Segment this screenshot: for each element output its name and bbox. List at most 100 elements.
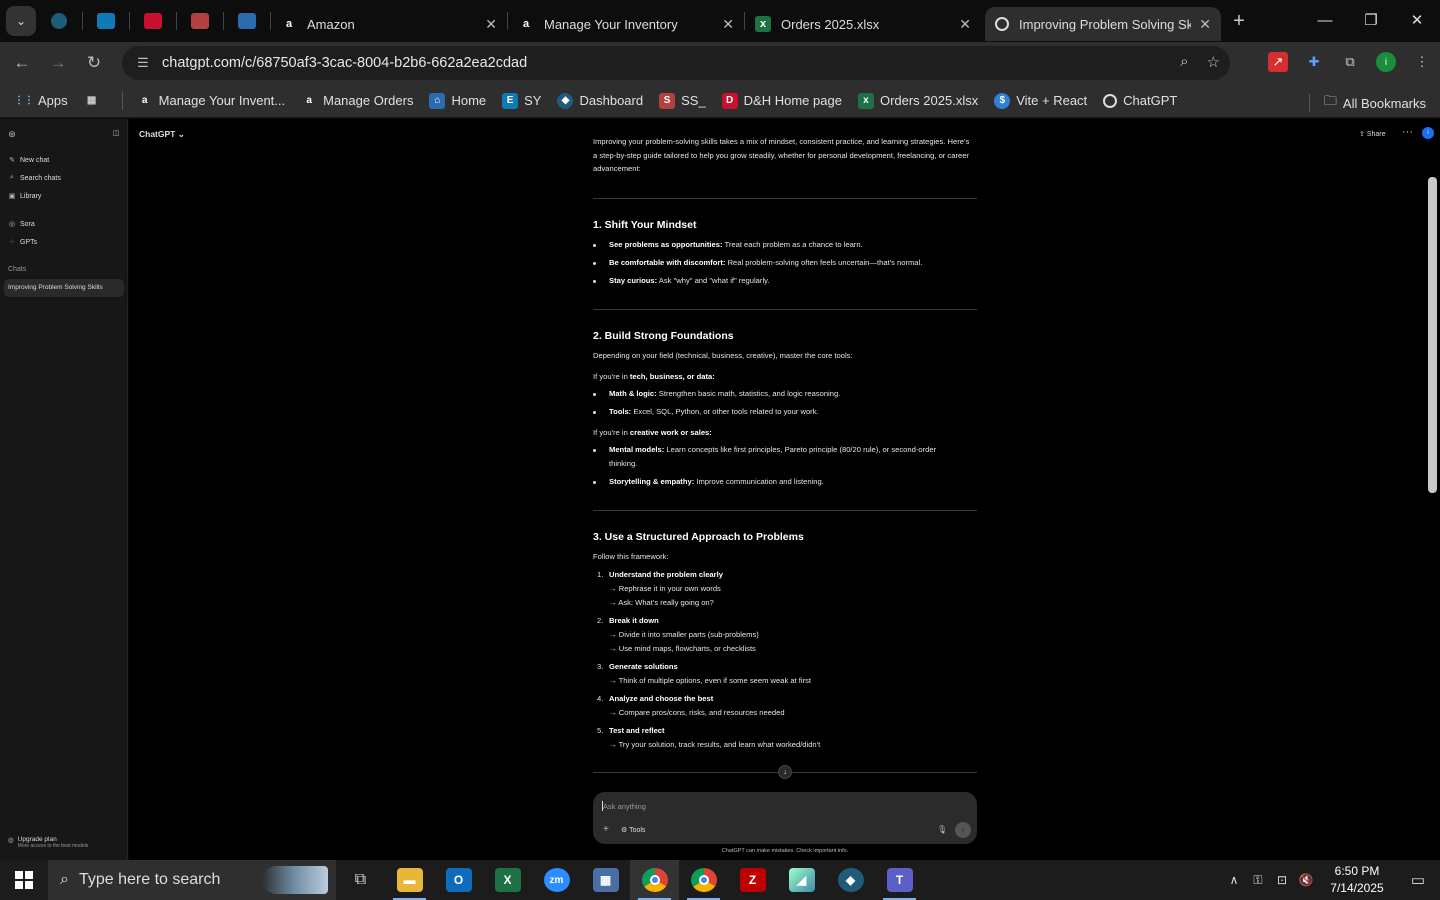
scroll-down-icon[interactable]: ↓ (778, 765, 792, 779)
upgrade-plan-button[interactable]: ◎ Upgrade plan More access to the best m… (8, 836, 88, 849)
taskbar-clock[interactable]: 6:50 PM 7/14/2025 (1318, 863, 1396, 897)
new-tab-button[interactable]: + (1221, 10, 1257, 33)
network-icon[interactable]: ⊡ (1270, 873, 1294, 887)
tab-chatgpt-active[interactable]: Improving Problem Solving Skil ✕ (985, 7, 1221, 41)
back-icon[interactable]: ← (4, 53, 40, 73)
notifications-icon[interactable]: ▭ (1396, 871, 1440, 889)
avatar[interactable]: i (1422, 127, 1434, 139)
prompt-input[interactable]: Ask anything (603, 802, 646, 811)
url-text[interactable]: chatgpt.com/c/68750af3-3cac-8004-b2b6-66… (162, 55, 527, 71)
tab-orders-xlsx[interactable]: x Orders 2025.xlsx ✕ (745, 7, 981, 41)
excel-icon[interactable]: X (483, 860, 532, 900)
bullet-bold: Storytelling & empathy: (609, 477, 695, 486)
close-window-icon[interactable]: ✕ (1394, 0, 1440, 40)
site-info-icon[interactable]: ☰ (130, 55, 156, 71)
bookmark-chatgpt[interactable]: ChatGPT (1103, 93, 1177, 108)
bookmark-vite-react[interactable]: $ Vite + React (994, 92, 1087, 109)
bookmark-tab-groups[interactable]: ▦ (84, 93, 106, 109)
task-view-icon[interactable]: ⧉ (336, 860, 385, 900)
tab-search-button[interactable]: ⌄ (6, 6, 36, 36)
ec-icon: E (502, 92, 519, 109)
chat-history-item[interactable]: Improving Problem Solving Skills (8, 284, 103, 291)
bookmark-ss[interactable]: S SS_ (659, 92, 706, 109)
teams-icon[interactable]: T (875, 860, 924, 900)
extensions-puzzle-icon[interactable]: ⧉ (1340, 52, 1360, 72)
microphone-icon[interactable]: 🎙 (937, 825, 947, 834)
new-chat-icon: ✎ (9, 157, 15, 164)
forward-icon[interactable]: → (40, 53, 76, 73)
section-divider (593, 510, 977, 511)
pinned-dh-icon (144, 13, 162, 29)
pinned-tab-2[interactable] (83, 0, 129, 42)
bookmark-manage-inventory[interactable]: a Manage Your Invent... (137, 93, 285, 109)
app-icon[interactable]: ◢ (777, 860, 826, 900)
volume-muted-icon[interactable]: 🔇 (1294, 873, 1318, 887)
upgrade-title: Upgrade plan (17, 836, 57, 843)
model-selector[interactable]: ChatGPT ⌄ (139, 129, 185, 140)
more-options-icon[interactable]: ··· (1402, 126, 1413, 138)
sidebar-item-gpts[interactable]: ⁘ GPTs (8, 238, 37, 247)
all-bookmarks-button[interactable]: 🗀 All Bookmarks (1308, 92, 1426, 114)
chrome-icon[interactable] (630, 860, 679, 900)
sidebar-item-sora[interactable]: ◎ Sora (8, 220, 35, 229)
security-icon[interactable]: ⚿ (1246, 873, 1270, 888)
bookmark-home[interactable]: ⌂ Home (429, 92, 486, 109)
sidebar-item-search-chats[interactable]: ⌕ Search chats (8, 174, 61, 182)
close-tab-icon[interactable]: ✕ (959, 16, 971, 33)
share-button[interactable]: ⇪ Share (1359, 130, 1386, 138)
extension-red-icon[interactable]: ↗ (1268, 52, 1288, 72)
bullet-text: Real problem-solving often feels uncerta… (725, 258, 923, 267)
browser-toolbar: ← → ↻ ☰ chatgpt.com/c/68750af3-3cac-8004… (0, 42, 1440, 84)
bookmark-orders-xlsx[interactable]: x Orders 2025.xlsx (857, 92, 978, 109)
windows-start-icon[interactable] (0, 860, 48, 900)
add-attachment-icon[interactable]: + (603, 824, 609, 835)
taskbar-search-box[interactable]: ⌕ Type here to search (48, 860, 336, 900)
sidebar-item-library[interactable]: ▣ Library (8, 192, 42, 201)
app-blue-icon[interactable]: ◆ (826, 860, 875, 900)
profile-avatar[interactable]: i (1376, 52, 1396, 72)
bookmark-apps[interactable]: ⋮⋮ Apps (14, 93, 68, 109)
pinned-tab-4[interactable] (177, 0, 223, 42)
address-bar[interactable]: ☰ chatgpt.com/c/68750af3-3cac-8004-b2b6-… (122, 46, 1230, 80)
message-composer[interactable]: Ask anything + ⚙ Tools 🎙 ↑ (593, 792, 977, 844)
bookmark-dashboard[interactable]: ◆ Dashboard (557, 92, 643, 109)
restore-icon[interactable]: ❐ (1348, 0, 1394, 40)
page-scrollbar[interactable] (1428, 177, 1437, 493)
pinned-tab-3[interactable] (130, 0, 176, 42)
kebab-menu-icon[interactable]: ⋮ (1412, 52, 1432, 72)
extension-blue-icon[interactable]: ✚ (1304, 52, 1324, 72)
tab-manage-inventory[interactable]: a Manage Your Inventory ✕ (508, 7, 744, 41)
sidebar-item-new-chat[interactable]: ✎ New chat (8, 156, 49, 165)
bookmark-dh-home[interactable]: D D&H Home page (721, 92, 842, 109)
file-explorer-icon[interactable]: ▬ (385, 860, 434, 900)
section-divider (593, 309, 977, 310)
bookmark-star-icon[interactable]: ☆ (1207, 53, 1220, 71)
chevron-up-icon[interactable]: ∧ (1222, 873, 1246, 887)
home-icon: ⌂ (429, 92, 446, 109)
step-number: 1. (597, 570, 604, 579)
bookmark-manage-orders[interactable]: a Manage Orders (301, 93, 413, 109)
send-button[interactable]: ↑ (955, 822, 971, 838)
bookmark-sy[interactable]: E SY (502, 92, 541, 109)
close-sidebar-icon[interactable]: ◫ (112, 129, 120, 137)
close-tab-icon[interactable]: ✕ (722, 16, 734, 33)
tools-button[interactable]: ⚙ Tools (621, 826, 645, 834)
pinned-tab-1[interactable] (36, 0, 82, 42)
zoom-icon[interactable]: zm (532, 860, 581, 900)
calculator-icon[interactable]: ▦ (581, 860, 630, 900)
chatgpt-logo-icon[interactable]: ⊛ (8, 129, 16, 140)
close-tab-icon[interactable]: ✕ (1199, 16, 1211, 33)
filezilla-icon[interactable]: Z (728, 860, 777, 900)
tab-amazon[interactable]: a Amazon ✕ (271, 7, 507, 41)
reload-icon[interactable]: ↻ (76, 53, 112, 73)
outlook-icon[interactable]: O (434, 860, 483, 900)
section-heading: 2. Build Strong Foundations (593, 330, 734, 342)
zoom-icon[interactable]: ⌕ (1180, 53, 1188, 71)
bullet-bold: Tools: (609, 407, 632, 416)
close-tab-icon[interactable]: ✕ (485, 16, 497, 33)
chrome-profile-icon[interactable] (679, 860, 728, 900)
minimize-icon[interactable]: — (1302, 0, 1348, 40)
pinned-tab-5[interactable] (224, 0, 270, 42)
step-detail: → Ask: What's really going on? (609, 598, 714, 607)
bookmark-label: Manage Orders (323, 93, 414, 108)
